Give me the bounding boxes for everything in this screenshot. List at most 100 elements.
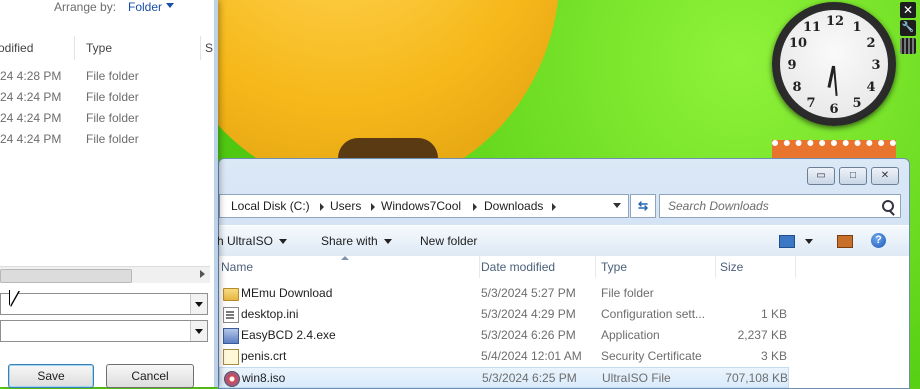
ini-file-icon [223, 307, 239, 323]
folder-icon [223, 288, 239, 301]
arrange-by-label: Arrange by: [54, 0, 117, 14]
list-item[interactable]: 24 4:28 PM File folder [0, 66, 210, 86]
clock-number: 1 [852, 20, 862, 35]
refresh-button[interactable]: ⇆ [630, 194, 656, 218]
chevron-down-icon [383, 239, 392, 245]
file-list: Name Date modified Type Size MEmu Downlo… [219, 256, 909, 388]
dialog-header: Arrange by: Folder [0, 0, 214, 30]
list-item[interactable]: 24 4:24 PM File folder [0, 87, 210, 107]
clock-number: 4 [866, 80, 876, 95]
save-as-dialog: Arrange by: Folder odified Type S 24 4:2… [0, 0, 218, 388]
column-header-date[interactable]: odified [0, 36, 75, 60]
share-label: Share with [321, 234, 378, 248]
file-row[interactable]: MEmu Download 5/3/2024 5:27 PM File fold… [219, 283, 789, 304]
search-box[interactable]: Search Downloads [659, 194, 901, 218]
breadcrumb-windows7cool[interactable]: Windows7Cool [381, 195, 461, 217]
burn-label: h UltraISO [217, 234, 274, 248]
breadcrumb-separator-icon[interactable] [371, 203, 375, 211]
item-type: File folder [86, 90, 139, 104]
search-icon[interactable] [882, 200, 894, 212]
breadcrumb-separator-icon[interactable] [552, 203, 556, 211]
breadcrumb-separator-icon[interactable] [473, 203, 477, 211]
burn-with-ultraiso-button[interactable]: h UltraISO [217, 226, 288, 256]
list-item[interactable]: 24 4:24 PM File folder [0, 108, 210, 128]
file-row[interactable]: penis.crt 5/4/2024 12:01 AM Security Cer… [219, 346, 789, 367]
address-bar[interactable]: Local Disk (C:) Users Windows7Cool Downl… [219, 194, 629, 218]
item-date: 24 4:24 PM [0, 132, 62, 146]
clock-number: 8 [792, 80, 802, 95]
close-icon[interactable]: ✕ [900, 2, 916, 18]
column-header-size[interactable]: S [205, 36, 213, 60]
column-header-date[interactable]: Date modified [481, 256, 596, 278]
clock-number: 7 [806, 96, 816, 111]
search-input[interactable]: Search Downloads [668, 195, 769, 217]
save-button[interactable]: Save [8, 364, 94, 388]
chevron-down-icon [279, 239, 288, 245]
clock-number: 3 [871, 58, 881, 73]
item-date: 24 4:24 PM [0, 111, 62, 125]
close-button[interactable]: ✕ [871, 167, 899, 185]
clock-gadget[interactable]: 12 1 2 3 4 5 6 7 8 9 10 11 [772, 2, 896, 126]
mouse-cursor-icon [10, 290, 19, 306]
file-name: EasyBCD 2.4.exe [241, 328, 336, 342]
column-header-name[interactable]: Name [219, 256, 480, 278]
column-header-type[interactable]: Type [86, 36, 201, 60]
address-dropdown-icon[interactable] [613, 203, 621, 208]
item-date: 24 4:24 PM [0, 90, 62, 104]
wrench-icon[interactable]: 🔧 [900, 20, 916, 36]
file-date: 5/3/2024 6:26 PM [481, 328, 576, 342]
file-name: win8.iso [242, 371, 286, 385]
clock-number: 11 [803, 20, 822, 35]
horizontal-scrollbar[interactable] [0, 266, 210, 283]
item-type: File folder [86, 111, 139, 125]
file-row-selected[interactable]: win8.iso 5/3/2024 6:25 PM UltraISO File … [219, 367, 789, 388]
clock-number: 2 [866, 36, 876, 51]
file-date: 5/4/2024 12:01 AM [481, 349, 582, 363]
maximize-button[interactable]: □ [839, 167, 867, 185]
file-date: 5/3/2024 4:29 PM [481, 307, 576, 321]
file-row[interactable]: EasyBCD 2.4.exe 5/3/2024 6:26 PM Applica… [219, 325, 789, 346]
file-type: Security Certificate [601, 349, 702, 363]
scrollbar-thumb[interactable] [0, 269, 132, 283]
file-name: MEmu Download [241, 286, 333, 300]
view-options-icon[interactable] [779, 235, 795, 248]
file-row[interactable]: desktop.ini 5/3/2024 4:29 PM Configurati… [219, 304, 789, 325]
file-size: 707,108 KB [725, 371, 788, 385]
breadcrumb-separator-icon[interactable] [320, 203, 324, 211]
breadcrumb-downloads[interactable]: Downloads [484, 195, 543, 217]
help-icon[interactable]: ? [871, 233, 886, 248]
column-header-type[interactable]: Type [601, 256, 716, 278]
file-size: 1 KB [760, 307, 787, 321]
preview-pane-icon[interactable] [837, 235, 853, 248]
share-with-button[interactable]: Share with [321, 226, 392, 256]
breadcrumb-users[interactable]: Users [330, 195, 361, 217]
scroll-right-icon[interactable] [200, 270, 205, 278]
item-type: File folder [86, 132, 139, 146]
minimize-button[interactable]: ▭ [807, 167, 835, 185]
new-folder-button[interactable]: New folder [420, 226, 477, 256]
file-name: desktop.ini [241, 307, 299, 321]
window-controls: ▭ □ ✕ [803, 167, 899, 185]
file-date: 5/3/2024 6:25 PM [482, 371, 577, 385]
chevron-down-icon[interactable] [166, 3, 174, 8]
cancel-button[interactable]: Cancel [106, 364, 194, 388]
file-name: penis.crt [241, 349, 287, 363]
list-item[interactable]: 24 4:24 PM File folder [0, 129, 210, 149]
file-type: File folder [601, 286, 654, 300]
item-type: File folder [86, 69, 139, 83]
file-name-combobox[interactable] [0, 293, 208, 315]
view-dropdown-icon[interactable] [805, 239, 813, 244]
clock-number: 10 [789, 36, 808, 51]
column-header-size[interactable]: Size [720, 256, 796, 278]
explorer-window: ▭ □ ✕ Local Disk (C:) Users Windows7Cool… [217, 158, 910, 389]
iso-file-icon [224, 371, 240, 387]
clock-number: 6 [829, 102, 839, 117]
clock-number: 12 [826, 14, 845, 29]
drag-handle-icon[interactable] [900, 38, 916, 54]
clock-number: 5 [852, 96, 862, 111]
save-as-type-combobox[interactable] [0, 320, 208, 342]
breadcrumb-local-disk[interactable]: Local Disk (C:) [231, 195, 310, 217]
dropdown-button[interactable] [190, 321, 207, 341]
dropdown-button[interactable] [190, 294, 207, 314]
arrange-by-dropdown[interactable]: Folder [128, 0, 162, 14]
